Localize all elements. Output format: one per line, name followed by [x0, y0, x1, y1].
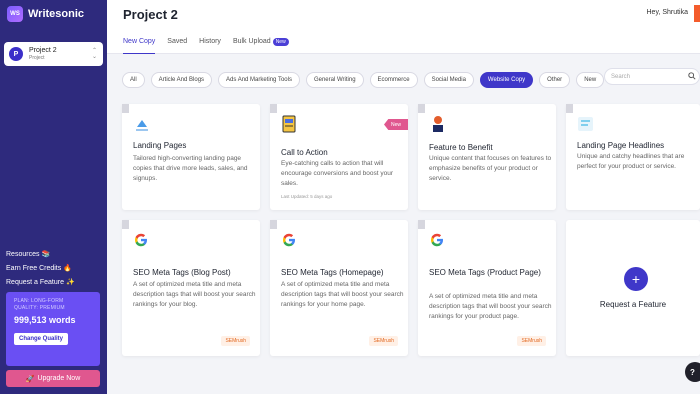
header: Project 2 Hey, Shrutika New Copy Saved H… — [107, 0, 700, 54]
card-description: Tailored high-converting landing page co… — [133, 155, 248, 182]
request-feature-card[interactable]: + Request a Feature — [566, 220, 700, 356]
card-description: Eye-catching calls to action that will e… — [281, 160, 394, 187]
chip-ecommerce[interactable]: Ecommerce — [369, 72, 418, 88]
user-greeting[interactable]: Hey, Shrutika — [647, 9, 689, 16]
headline-icon — [578, 117, 593, 131]
landing-icon — [136, 120, 148, 131]
template-card[interactable]: Landing Page Headlines Unique and catchy… — [566, 104, 700, 210]
sidebar-item-resources[interactable]: Resources 📚 — [6, 248, 75, 262]
template-card[interactable]: Feature to Benefit Unique content that f… — [418, 104, 556, 210]
tab-new-copy[interactable]: New Copy — [123, 38, 156, 54]
template-card[interactable]: SEO Meta Tags (Blog Post) A set of optim… — [122, 220, 260, 356]
card-description: Unique and catchy headlines that are per… — [577, 153, 685, 170]
search-icon — [688, 72, 696, 80]
chip-general-writing[interactable]: General Writing — [305, 72, 364, 88]
cta-icon — [282, 115, 296, 133]
template-card[interactable]: SEO Meta Tags (Product Page) A set of op… — [418, 220, 556, 356]
books-icon: 📚 — [41, 251, 51, 258]
template-card[interactable]: New Call to Action Eye-catching calls to… — [270, 104, 408, 210]
category-filters: All Article And Blogs Ads And Marketing … — [122, 72, 605, 88]
google-icon — [431, 233, 443, 247]
plan-panel: PLAN: LONG-FORM QUALITY: PREMIUM 999,513… — [6, 292, 100, 366]
template-card[interactable]: SEO Meta Tags (Homepage) A set of optimi… — [270, 220, 408, 356]
card-description: Unique content that focuses on features … — [429, 155, 552, 182]
last-updated: Last Updated: 5 days ago — [281, 194, 333, 199]
upgrade-button[interactable]: 🚀 Upgrade Now — [6, 370, 100, 387]
card-description: A set of optimized meta title and meta d… — [133, 281, 256, 308]
search-placeholder: Search — [611, 73, 631, 80]
chip-article-blogs[interactable]: Article And Blogs — [150, 72, 213, 88]
rocket-icon: 🚀 — [25, 375, 35, 383]
word-count: 999,513 words — [14, 315, 76, 325]
semrush-badge: SEMrush — [369, 336, 398, 346]
sidebar-item-request-feature[interactable]: Request a Feature ✨ — [6, 276, 75, 290]
tab-bar: New Copy Saved History Bulk Upload New — [123, 38, 289, 54]
feature-icon — [433, 116, 443, 132]
project-selector[interactable]: P Project 2 Project ⌃ ⌄ — [4, 42, 103, 66]
chevron-updown-icon: ⌃ ⌄ — [91, 48, 97, 60]
fire-icon: 🔥 — [63, 265, 72, 272]
chip-other[interactable]: Other — [539, 72, 571, 88]
plan-line: PLAN: LONG-FORM — [14, 298, 64, 304]
page-title: Project 2 — [123, 7, 178, 22]
card-title: Call to Action — [281, 148, 328, 157]
card-title: SEO Meta Tags (Product Page) — [429, 268, 541, 277]
sidebar-item-earn-credits[interactable]: Earn Free Credits 🔥 — [6, 262, 75, 276]
app-name: Writesonic — [28, 8, 85, 20]
new-badge: New — [272, 38, 289, 46]
chip-website-copy[interactable]: Website Copy — [479, 72, 534, 88]
tab-saved[interactable]: Saved — [167, 38, 187, 54]
quality-line: QUALITY: PREMIUM — [14, 305, 65, 311]
card-title: SEO Meta Tags (Blog Post) — [133, 268, 231, 277]
google-icon — [135, 233, 147, 247]
change-quality-button[interactable]: Change Quality — [14, 333, 68, 345]
chip-new[interactable]: New — [576, 72, 605, 88]
logo[interactable]: WS Writesonic — [7, 6, 84, 22]
chip-all[interactable]: All — [122, 72, 145, 88]
card-title: SEO Meta Tags (Homepage) — [281, 268, 384, 277]
logo-mark: WS — [7, 6, 23, 22]
card-title: Feature to Benefit — [429, 143, 493, 152]
sparkle-icon: ✨ — [65, 279, 75, 286]
request-feature-label: Request a Feature — [599, 300, 667, 309]
chip-social-media[interactable]: Social Media — [423, 72, 474, 88]
plus-icon: + — [624, 267, 648, 291]
project-name: Project 2 — [29, 47, 57, 54]
card-title: Landing Pages — [133, 141, 187, 150]
card-description: A set of optimized meta title and meta d… — [429, 293, 552, 320]
help-button[interactable]: ? — [685, 362, 700, 382]
card-description: A set of optimized meta title and meta d… — [281, 281, 404, 308]
card-title: Landing Page Headlines — [577, 141, 665, 150]
semrush-badge: SEMrush — [221, 336, 250, 346]
new-ribbon: New — [384, 119, 408, 130]
tab-bulk-upload[interactable]: Bulk Upload New — [233, 38, 289, 54]
tab-history[interactable]: History — [199, 38, 221, 54]
profile-tab[interactable] — [694, 5, 700, 22]
search-input[interactable]: Search — [604, 68, 700, 85]
project-avatar: P — [9, 47, 23, 61]
project-subtitle: Project — [29, 55, 45, 61]
google-icon — [283, 233, 295, 247]
chip-ads-marketing[interactable]: Ads And Marketing Tools — [218, 72, 300, 88]
sidebar: WS Writesonic P Project 2 Project ⌃ ⌄ Res… — [0, 0, 107, 394]
template-card[interactable]: Landing Pages Tailored high-converting l… — [122, 104, 260, 210]
semrush-badge: SEMrush — [517, 336, 546, 346]
